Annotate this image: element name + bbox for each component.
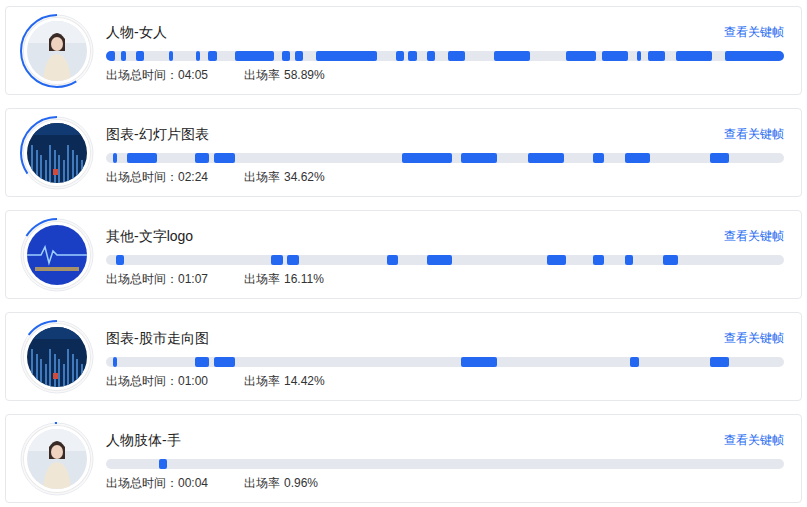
thumbnail-avatar	[19, 319, 95, 395]
timeline-segment[interactable]	[676, 51, 713, 61]
rate-text: 出场率34.62%	[244, 167, 325, 187]
timeline-segment[interactable]	[113, 357, 117, 367]
card-title: 其他-文字logo	[106, 226, 193, 246]
timeline-segment[interactable]	[710, 153, 729, 163]
timeline-segment[interactable]	[116, 255, 124, 265]
timeline-segment[interactable]	[648, 51, 665, 61]
view-keyframes-link[interactable]: 查看关键帧	[724, 226, 784, 246]
timeline-segment[interactable]	[282, 51, 290, 61]
appearance-card: 图表-股市走向图 查看关键帧出场总时间：01:00出场率14.42%	[5, 312, 802, 401]
timeline-segment[interactable]	[387, 255, 397, 265]
timeline-segment[interactable]	[208, 51, 217, 61]
timeline-segment[interactable]	[602, 51, 628, 61]
appearance-card: 人物-女人 查看关键帧出场总时间：04:05出场率58.89%	[5, 6, 802, 95]
timeline-segment[interactable]	[271, 255, 283, 265]
view-keyframes-link[interactable]: 查看关键帧	[724, 328, 784, 348]
timeline-segment[interactable]	[593, 255, 604, 265]
thumbnail-avatar	[19, 115, 95, 191]
timeline-track	[106, 357, 784, 367]
timeline-segment[interactable]	[710, 357, 729, 367]
timeline-segment[interactable]	[169, 51, 173, 61]
timeline-segment[interactable]	[195, 153, 209, 163]
duration-text: 出场总时间：01:00	[106, 371, 244, 391]
appearance-card: 人物肢体-手 查看关键帧出场总时间：00:04出场率0.96%	[5, 414, 802, 503]
timeline-segment[interactable]	[113, 153, 117, 163]
card-title: 图表-股市走向图	[106, 328, 209, 348]
timeline-segment[interactable]	[121, 51, 126, 61]
timeline-segment[interactable]	[136, 51, 144, 61]
timeline-segment[interactable]	[637, 51, 641, 61]
timeline-segment[interactable]	[625, 153, 651, 163]
view-keyframes-link[interactable]: 查看关键帧	[724, 124, 784, 144]
timeline-segment[interactable]	[214, 357, 235, 367]
chart-thumbnail	[27, 123, 87, 183]
timeline-segment[interactable]	[408, 51, 417, 61]
view-keyframes-link[interactable]: 查看关键帧	[724, 430, 784, 450]
duration-text: 出场总时间：02:24	[106, 167, 244, 187]
timeline-track	[106, 255, 784, 265]
logo-thumbnail	[27, 225, 87, 285]
timeline-segment[interactable]	[196, 51, 200, 61]
timeline-segment[interactable]	[427, 51, 435, 61]
timeline-segment[interactable]	[528, 153, 564, 163]
appearance-card: 图表-幻灯片图表 查看关键帧出场总时间：02:24出场率34.62%	[5, 108, 802, 197]
rate-text: 出场率0.96%	[244, 473, 318, 493]
person-thumbnail	[27, 21, 87, 81]
timeline-segment[interactable]	[427, 255, 451, 265]
timeline-segment[interactable]	[127, 153, 157, 163]
timeline-segment[interactable]	[106, 51, 115, 61]
timeline-segment[interactable]	[461, 357, 497, 367]
view-keyframes-link[interactable]: 查看关键帧	[724, 22, 784, 42]
timeline-segment[interactable]	[593, 153, 604, 163]
chart-thumbnail	[27, 327, 87, 387]
appearance-card: 其他-文字logo 查看关键帧出场总时间：01:07出场率16.11%	[5, 210, 802, 299]
timeline-segment[interactable]	[159, 459, 167, 469]
rate-text: 出场率16.11%	[244, 269, 324, 289]
timeline-segment[interactable]	[287, 255, 299, 265]
timeline-segment[interactable]	[214, 153, 235, 163]
timeline-segment[interactable]	[663, 255, 678, 265]
timeline-segment[interactable]	[547, 255, 566, 265]
thumbnail-avatar	[19, 217, 95, 293]
timeline-segment[interactable]	[566, 51, 596, 61]
card-title: 图表-幻灯片图表	[106, 124, 209, 144]
appearance-list: 人物-女人查看关键帧出场总时间：04:05出场率58.89%图表-幻灯片图表查看…	[0, 0, 807, 507]
card-title: 人物-女人	[106, 22, 167, 42]
timeline-segment[interactable]	[494, 51, 529, 61]
timeline-segment[interactable]	[461, 153, 497, 163]
duration-text: 出场总时间：04:05	[106, 65, 244, 85]
timeline-segment[interactable]	[625, 255, 633, 265]
timeline-segment[interactable]	[295, 51, 303, 61]
person-thumbnail	[27, 429, 87, 489]
timeline-segment[interactable]	[448, 51, 464, 61]
thumbnail-avatar	[19, 13, 95, 89]
timeline-track	[106, 153, 784, 163]
timeline-segment[interactable]	[235, 51, 274, 61]
card-title: 人物肢体-手	[106, 430, 181, 450]
rate-text: 出场率58.89%	[244, 65, 325, 85]
timeline-segment[interactable]	[725, 51, 784, 61]
timeline-segment[interactable]	[402, 153, 452, 163]
timeline-track	[106, 51, 784, 61]
timeline-segment[interactable]	[195, 357, 209, 367]
timeline-segment[interactable]	[630, 357, 639, 367]
duration-text: 出场总时间：00:04	[106, 473, 244, 493]
timeline-segment[interactable]	[396, 51, 405, 61]
rate-text: 出场率14.42%	[244, 371, 325, 391]
duration-text: 出场总时间：01:07	[106, 269, 244, 289]
timeline-segment[interactable]	[316, 51, 377, 61]
thumbnail-avatar	[19, 421, 95, 497]
timeline-track	[106, 459, 784, 469]
